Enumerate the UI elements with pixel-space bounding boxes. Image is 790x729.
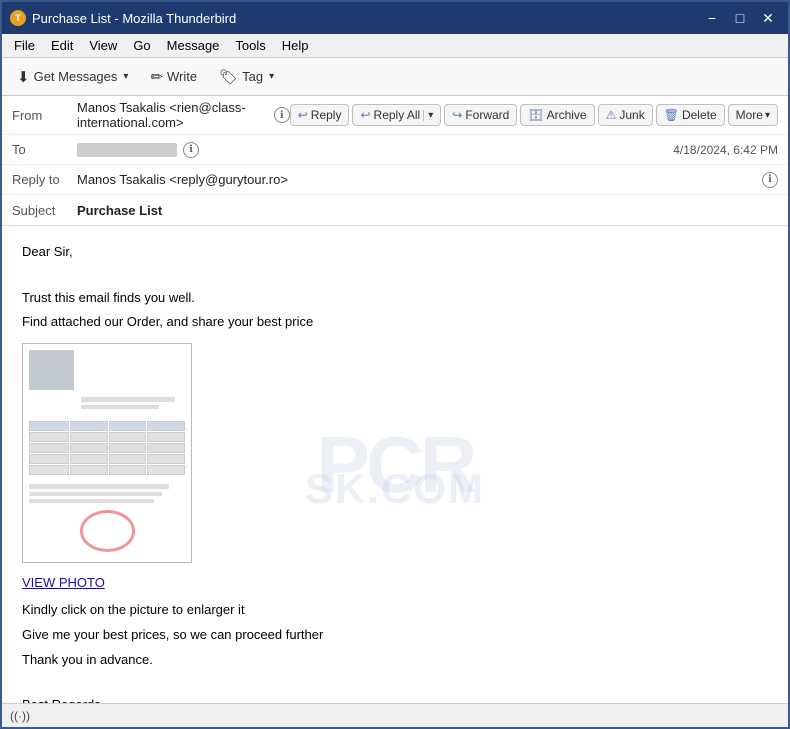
body-line1: Trust this email finds you well. <box>22 288 768 309</box>
get-messages-icon: ⬇ <box>17 68 30 86</box>
menu-go[interactable]: Go <box>125 36 158 55</box>
to-row: To ℹ 4/18/2024, 6:42 PM <box>2 135 788 165</box>
email-body-content: Dear Sir, Trust this email finds you wel… <box>22 242 768 703</box>
reply-to-label: Reply to <box>12 172 77 187</box>
document-mock <box>23 344 191 562</box>
close-button[interactable]: ✕ <box>756 8 780 28</box>
write-button[interactable]: ✏ Write <box>141 63 206 91</box>
menu-help[interactable]: Help <box>274 36 317 55</box>
menu-view[interactable]: View <box>81 36 125 55</box>
regards: Best Regards, <box>22 695 768 703</box>
menu-message[interactable]: Message <box>159 36 228 55</box>
main-window: T Purchase List - Mozilla Thunderbird − … <box>0 0 790 729</box>
subject-label: Subject <box>12 203 77 218</box>
action-buttons: ↩ Reply ↩ Reply All ▾ ↪ Forward 🗄 Arc <box>290 104 778 126</box>
reply-all-caret[interactable]: ▾ <box>423 110 433 121</box>
write-icon: ✏ <box>150 68 163 86</box>
to-label: To <box>12 142 77 157</box>
view-photo-note: Kindly click on the picture to enlarger … <box>22 600 768 621</box>
reply-icon: ↩ <box>298 108 308 122</box>
to-info-icon[interactable]: ℹ <box>183 142 199 158</box>
get-messages-button[interactable]: ⬇ Get Messages ▾ <box>8 63 137 91</box>
doc-image-left <box>29 350 74 390</box>
reply-all-button[interactable]: ↩ Reply All ▾ <box>352 104 441 126</box>
more-button[interactable]: More ▾ <box>728 104 778 126</box>
email-timestamp: 4/18/2024, 6:42 PM <box>673 143 778 157</box>
to-row-left: ℹ <box>77 142 199 158</box>
from-row-left: Manos Tsakalis <rien@class-international… <box>77 100 290 130</box>
menu-bar: File Edit View Go Message Tools Help <box>2 34 788 58</box>
minimize-button[interactable]: − <box>700 8 724 28</box>
reply-to-value: Manos Tsakalis <reply@gurytour.ro> <box>77 172 756 187</box>
delete-icon: 🗑 <box>664 108 679 122</box>
forward-icon: ↪ <box>452 108 462 122</box>
toolbar: ⬇ Get Messages ▾ ✏ Write 🏷 Tag ▾ <box>2 58 788 96</box>
body-line4: Thank you in advance. <box>22 650 768 671</box>
reply-to-info-icon[interactable]: ℹ <box>762 172 778 188</box>
app-icon: T <box>10 10 26 26</box>
email-header: From Manos Tsakalis <rien@class-internat… <box>2 96 788 226</box>
doc-stamp <box>80 510 135 552</box>
greeting: Dear Sir, <box>22 242 768 263</box>
connection-icon: ((·)) <box>10 709 30 723</box>
from-value: Manos Tsakalis <rien@class-international… <box>77 100 268 130</box>
get-messages-caret: ▾ <box>123 71 128 82</box>
more-caret: ▾ <box>765 110 770 121</box>
archive-button[interactable]: 🗄 Archive <box>520 104 594 126</box>
menu-tools[interactable]: Tools <box>227 36 273 55</box>
title-bar: T Purchase List - Mozilla Thunderbird − … <box>2 2 788 34</box>
from-label: From <box>12 108 77 123</box>
maximize-button[interactable]: □ <box>728 8 752 28</box>
tag-caret: ▾ <box>269 71 274 82</box>
from-info-icon[interactable]: ℹ <box>274 107 290 123</box>
archive-icon: 🗄 <box>528 108 543 122</box>
title-bar-left: T Purchase List - Mozilla Thunderbird <box>10 10 236 26</box>
reply-to-row: Reply to Manos Tsakalis <reply@gurytour.… <box>2 165 788 195</box>
status-bar: ((·)) <box>2 703 788 727</box>
view-photo-link[interactable]: VIEW PHOTO <box>22 573 768 594</box>
junk-button[interactable]: ⚠ Junk <box>598 104 653 126</box>
menu-file[interactable]: File <box>6 36 43 55</box>
menu-edit[interactable]: Edit <box>43 36 81 55</box>
junk-icon: ⚠ <box>606 108 617 122</box>
body-line2: Find attached our Order, and share your … <box>22 312 768 333</box>
tag-button[interactable]: 🏷 Tag ▾ <box>210 63 283 91</box>
window-controls: − □ ✕ <box>700 8 780 28</box>
reply-all-icon: ↩ <box>360 108 370 122</box>
forward-button[interactable]: ↪ Forward <box>444 104 517 126</box>
body-line3: Give me your best prices, so we can proc… <box>22 625 768 646</box>
to-redacted <box>77 143 177 157</box>
doc-table <box>29 421 185 475</box>
delete-button[interactable]: 🗑 Delete <box>656 104 725 126</box>
subject-row: Subject Purchase List <box>2 195 788 225</box>
tag-icon: 🏷 <box>219 68 238 86</box>
from-row: From Manos Tsakalis <rien@class-internat… <box>2 96 788 135</box>
email-body: PCR SK.COM Dear Sir, Trust this email fi… <box>2 226 788 703</box>
attachment-image[interactable] <box>22 343 192 563</box>
reply-button[interactable]: ↩ Reply <box>290 104 350 126</box>
window-title: Purchase List - Mozilla Thunderbird <box>32 11 236 26</box>
subject-value: Purchase List <box>77 203 778 218</box>
